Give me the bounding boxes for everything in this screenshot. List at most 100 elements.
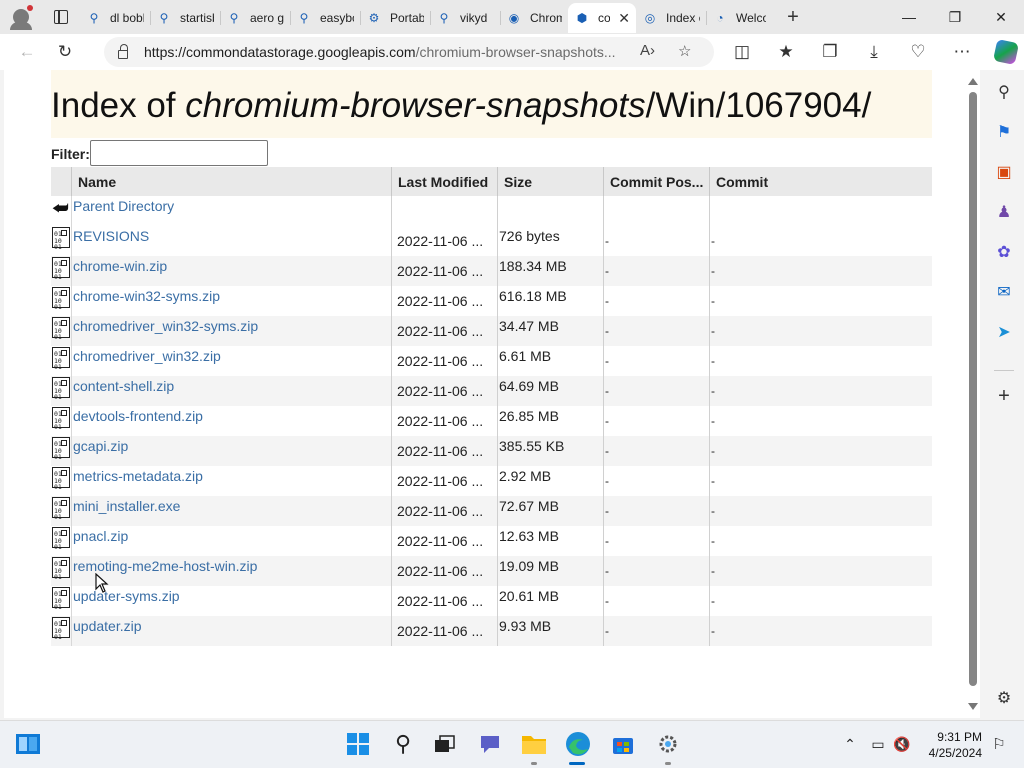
split-screen-button[interactable]: ◫: [720, 36, 764, 68]
close-window-button[interactable]: ✕: [978, 0, 1024, 34]
commit-cell: -: [711, 264, 715, 278]
tab-actions-button[interactable]: [42, 0, 80, 34]
notification-bell-icon[interactable]: ⚐: [985, 730, 1013, 758]
tab-label: startisback: [180, 11, 214, 25]
system-clock[interactable]: 9:31 PM 4/25/2024: [920, 729, 982, 761]
header-name[interactable]: Name: [71, 167, 391, 196]
taskbar-search-icon[interactable]: ⚲: [389, 730, 417, 758]
header-commit-position[interactable]: Commit Pos...: [603, 167, 709, 196]
file-name-link[interactable]: gcapi.zip: [73, 438, 128, 454]
tools-briefcase-icon[interactable]: ▣: [992, 160, 1016, 184]
store-icon[interactable]: [609, 730, 637, 758]
microsoft365-icon[interactable]: ✿: [992, 240, 1016, 264]
widgets-icon[interactable]: [14, 730, 42, 758]
tab-2[interactable]: ⚲ aero glass: [220, 3, 290, 33]
table-row: 01 10 01 metrics-metadata.zip 2022-11-06 .…: [51, 466, 932, 496]
file-name-link[interactable]: updater.zip: [73, 618, 142, 634]
shopping-tag-icon[interactable]: ⚑: [992, 120, 1016, 144]
commit-position-cell: -: [605, 594, 609, 608]
file-name-link[interactable]: metrics-metadata.zip: [73, 468, 203, 484]
file-name-link[interactable]: chromedriver_win32-syms.zip: [73, 318, 258, 334]
commit-cell: -: [711, 474, 715, 488]
table-header: Name Last Modified Size Commit Pos... Co…: [51, 167, 932, 196]
file-name-link[interactable]: devtools-frontend.zip: [73, 408, 203, 424]
new-tab-button[interactable]: +: [778, 2, 808, 32]
commit-cell: -: [711, 594, 715, 608]
file-name-link[interactable]: content-shell.zip: [73, 378, 174, 394]
search-icon[interactable]: ⚲: [992, 80, 1016, 104]
app-settings-icon[interactable]: [654, 730, 682, 758]
file-name-link[interactable]: updater-syms.zip: [73, 588, 180, 604]
add-sidebar-app-icon[interactable]: +: [992, 384, 1016, 408]
show-hidden-icons-chevron-icon[interactable]: ⌃: [836, 730, 864, 758]
tab-label: Portable: [390, 11, 424, 25]
tab-label: vikyd: [460, 11, 488, 25]
vertical-scrollbar[interactable]: [966, 70, 980, 718]
tab-close-icon[interactable]: ✕: [618, 10, 630, 27]
binary-file-icon: 01 10 01: [52, 347, 70, 370]
url-text[interactable]: https://commondatastorage.googleapis.com…: [144, 44, 622, 60]
scroll-down-arrow[interactable]: [968, 703, 978, 710]
downloads-button[interactable]: ⤓: [852, 36, 896, 68]
commit-position-cell: -: [605, 564, 609, 578]
profile-button[interactable]: [0, 0, 42, 34]
maximize-button[interactable]: ❐: [932, 0, 978, 34]
file-explorer-icon[interactable]: [520, 730, 548, 758]
collections-button[interactable]: ❐: [808, 36, 852, 68]
last-modified-cell: 2022-11-06 ...: [397, 383, 484, 399]
chat-icon[interactable]: [476, 730, 504, 758]
file-name-link[interactable]: pnacl.zip: [73, 528, 128, 544]
tab-7[interactable]: ⬢ co ✕: [568, 3, 636, 33]
outlook-icon[interactable]: ✉: [992, 280, 1016, 304]
drop-send-icon[interactable]: ➤: [992, 320, 1016, 344]
tab-5[interactable]: ⚲ vikyd: [430, 3, 500, 33]
read-aloud-icon[interactable]: A›: [640, 42, 655, 59]
file-name-link[interactable]: chrome-win.zip: [73, 258, 167, 274]
commit-position-cell: -: [605, 624, 609, 638]
minimize-button[interactable]: —: [886, 0, 932, 34]
refresh-button[interactable]: ↻: [48, 36, 82, 68]
volume-muted-icon[interactable]: 🔇: [888, 730, 916, 758]
parent-directory-link[interactable]: Parent Directory: [73, 198, 174, 214]
windows-start-icon[interactable]: [344, 730, 372, 758]
header-size[interactable]: Size: [497, 167, 603, 196]
header-commit[interactable]: Commit: [709, 167, 922, 196]
last-modified-cell: 2022-11-06 ...: [397, 503, 484, 519]
tab-0[interactable]: ⚲ dl bobby: [80, 3, 150, 33]
back-button[interactable]: ←: [10, 36, 44, 68]
favorite-star-icon[interactable]: ☆: [678, 42, 691, 60]
edge-taskbar-icon[interactable]: [564, 730, 592, 758]
sidebar-settings-gear-icon[interactable]: ⚙: [992, 686, 1016, 710]
header-last-modified[interactable]: Last Modified: [391, 167, 497, 196]
settings-more-button[interactable]: ⋯: [940, 36, 984, 68]
file-name-link[interactable]: remoting-me2me-host-win.zip: [73, 558, 257, 574]
tab-9[interactable]: ◔ Welco: [706, 3, 772, 33]
favorites-button[interactable]: ★: [764, 36, 808, 68]
tab-8[interactable]: ◎ Index c: [636, 3, 706, 33]
lock-icon[interactable]: [118, 43, 128, 59]
filter-input[interactable]: [90, 140, 268, 166]
file-name-link[interactable]: mini_installer.exe: [73, 498, 180, 514]
size-cell: 188.34 MB: [499, 258, 567, 274]
address-bar[interactable]: https://commondatastorage.googleapis.com…: [104, 37, 714, 67]
size-cell: 2.92 MB: [499, 468, 552, 484]
tab-label: Chrom: [530, 11, 562, 25]
scroll-up-arrow[interactable]: [968, 78, 978, 85]
file-name-link[interactable]: REVISIONS: [73, 228, 149, 244]
page-title: Index of chromium-browser-snapshots/Win/…: [51, 86, 872, 125]
size-cell: 19.09 MB: [499, 558, 559, 574]
commit-cell: -: [711, 534, 715, 548]
scroll-thumb[interactable]: [969, 92, 977, 686]
copilot-button[interactable]: [984, 36, 1024, 68]
games-icon[interactable]: ♟: [992, 200, 1016, 224]
tab-3[interactable]: ⚲ easybcd: [290, 3, 360, 33]
windows-taskbar: ⚲ ⌃ ▭ 🔇 9:31 PM 4/25/2024 ⚐: [0, 720, 1024, 768]
tab-6[interactable]: ◉ Chrom: [500, 3, 568, 33]
browser-essentials-button[interactable]: ♡: [896, 36, 940, 68]
task-view-icon[interactable]: [431, 730, 459, 758]
file-rows: 01 10 01 REVISIONS 2022-11-06 ... 726 bytes…: [51, 226, 932, 646]
file-name-link[interactable]: chromedriver_win32.zip: [73, 348, 221, 364]
tab-1[interactable]: ⚲ startisback: [150, 3, 220, 33]
file-name-link[interactable]: chrome-win32-syms.zip: [73, 288, 220, 304]
tab-4[interactable]: ⚙ Portable: [360, 3, 430, 33]
